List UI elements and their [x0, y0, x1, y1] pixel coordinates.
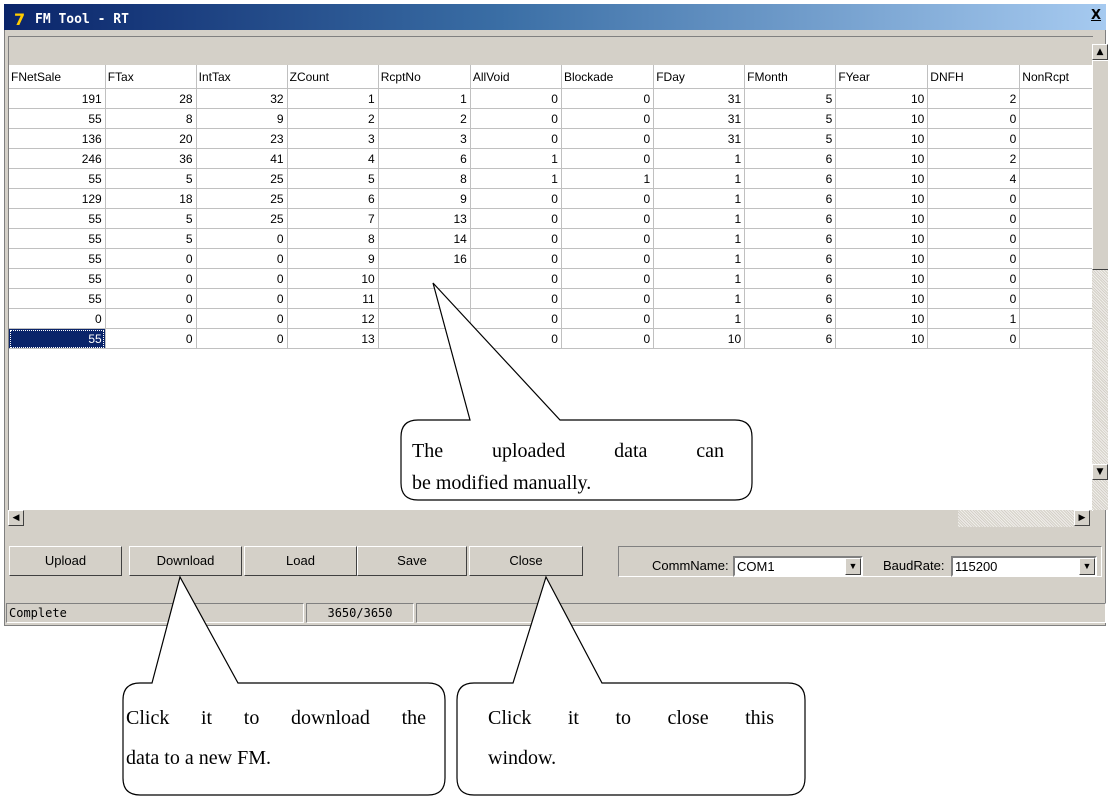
- callout-modify-line1: The uploaded data can: [412, 440, 724, 462]
- callout-close-line1: Click it to close this: [488, 707, 774, 729]
- callout-close-line2: window.: [488, 747, 557, 769]
- callout-download-line2: data to a new FM.: [126, 747, 271, 769]
- callout-modify-line2: be modified manually.: [412, 472, 592, 494]
- callout-overlay: [122, 282, 806, 796]
- callout-download-line1: Click it to download the: [126, 707, 426, 729]
